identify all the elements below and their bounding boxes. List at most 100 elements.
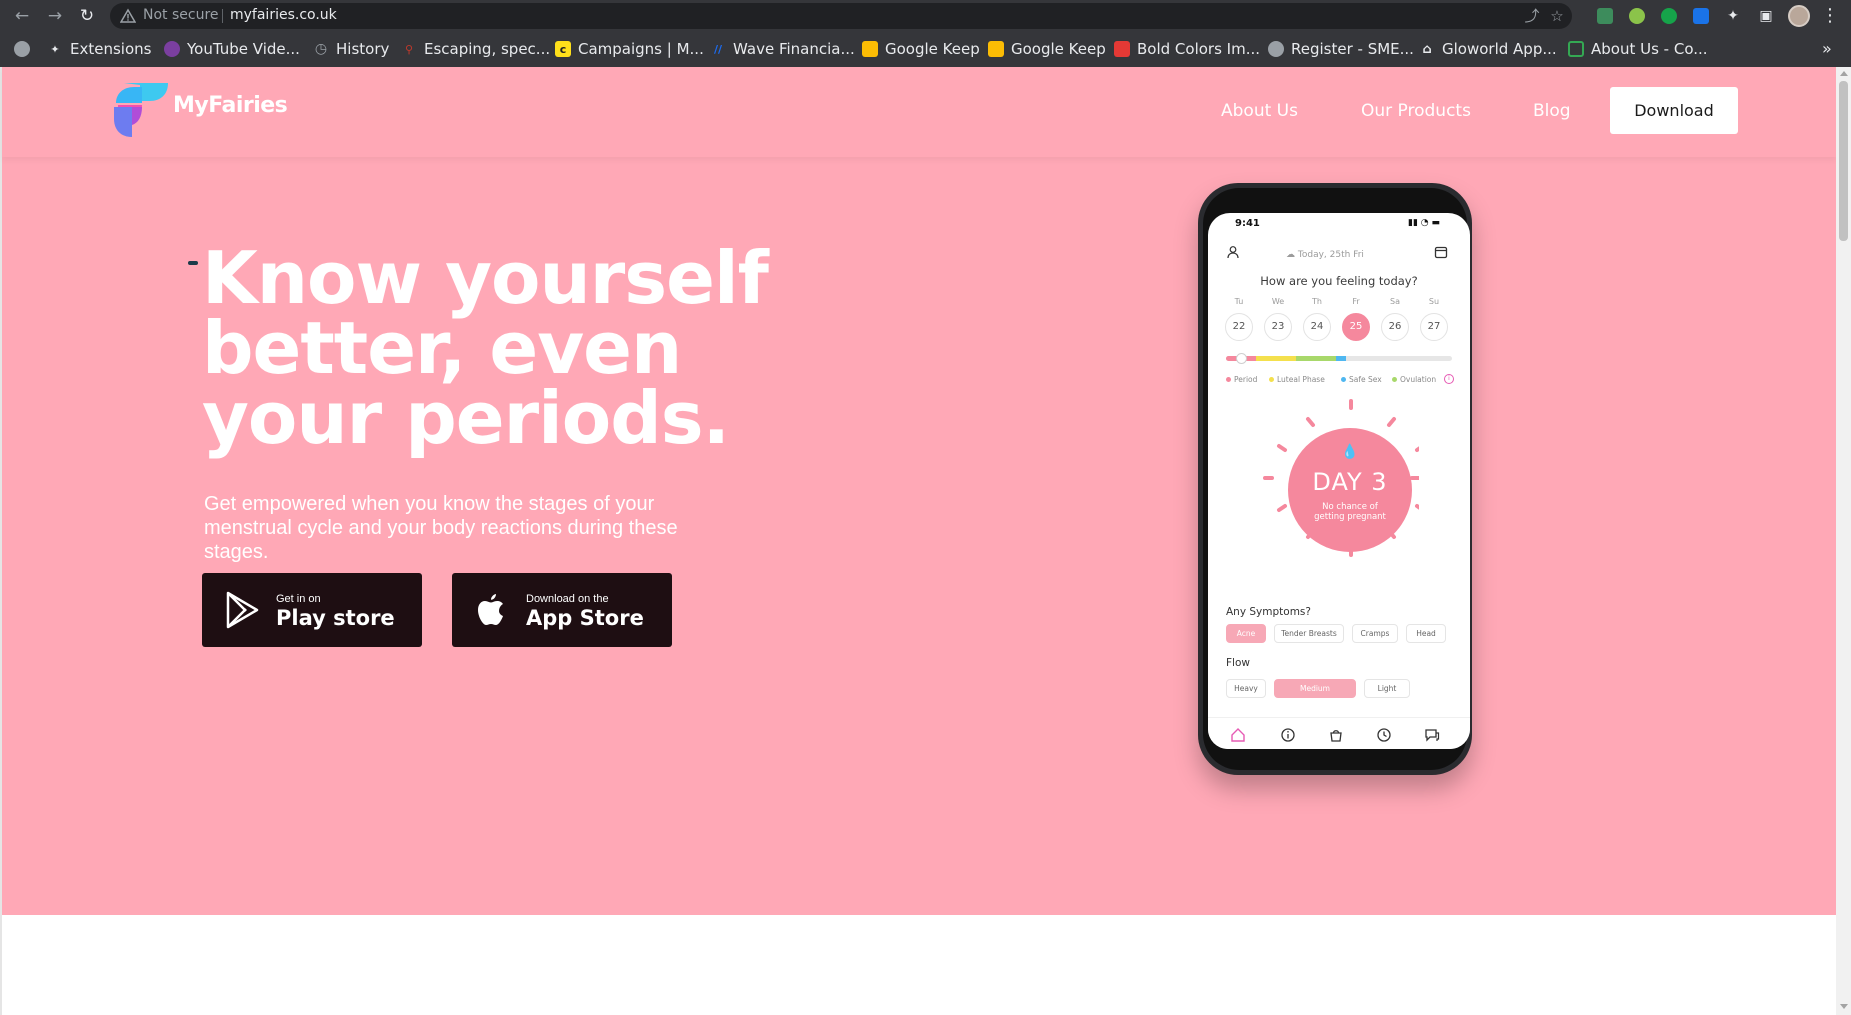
safe-segment — [1336, 356, 1346, 361]
keep-icon — [988, 41, 1004, 57]
status-time: 9:41 — [1235, 218, 1260, 229]
legend-period: Period — [1226, 375, 1257, 384]
extension-icon-2[interactable] — [1627, 6, 1647, 26]
day-number: 22 — [1225, 313, 1253, 341]
hero-headline: Know yourself better, even your periods. — [202, 236, 902, 454]
day-picker-item: Sa 26 — [1381, 297, 1409, 341]
app-store-button[interactable]: Download on the App Store — [452, 573, 672, 647]
legend-label: Safe Sex — [1349, 375, 1382, 384]
side-panel-icon[interactable]: ▣ — [1756, 6, 1776, 26]
more-bookmarks-icon[interactable]: » — [1822, 39, 1832, 58]
scroll-down-arrow-icon[interactable] — [1840, 1004, 1848, 1009]
security-label[interactable]: Not secure — [143, 7, 219, 23]
profile-avatar[interactable] — [1788, 5, 1810, 27]
phone-bezel: 9:41 ▮▮ ◔ ▬ ☁ Today, 25th Fri How are yo… — [1203, 188, 1470, 770]
symptom-chip-selected: Acne — [1226, 624, 1266, 643]
browser-menu-icon[interactable]: ⋮ — [1820, 4, 1840, 28]
bookmark-item[interactable]: Google Keep — [862, 38, 980, 60]
legend-safe-sex: Safe Sex — [1341, 375, 1382, 384]
bot-icon — [1568, 41, 1584, 57]
bookmark-item[interactable]: ◷ History — [313, 38, 389, 60]
page-scrollbar[interactable] — [1836, 67, 1851, 1015]
brand-name[interactable]: MyFairies — [173, 93, 288, 118]
puzzle-icon: ✦ — [50, 42, 60, 56]
bookmarks-bar: ✦ Extensions YouTube Vide... ◷ History ⚲… — [0, 35, 1851, 63]
myfairies-logo-icon[interactable] — [110, 79, 170, 141]
weekday-label: Tu — [1234, 297, 1244, 306]
phone-speaker — [188, 261, 198, 265]
download-ext-icon[interactable] — [1691, 6, 1711, 26]
nav-our-products[interactable]: Our Products — [1361, 101, 1471, 121]
weekday-label: Fr — [1352, 297, 1360, 306]
bookmark-star-icon[interactable]: ☆ — [1548, 7, 1566, 25]
legend-label: Ovulation — [1400, 375, 1437, 384]
scroll-up-arrow-icon[interactable] — [1840, 71, 1848, 76]
app-store-big-text: App Store — [526, 606, 644, 630]
extension-icon-1[interactable] — [1595, 6, 1615, 26]
flow-heading: Flow — [1226, 657, 1250, 669]
play-store-big-text: Play store — [276, 606, 395, 630]
flow-chip: Heavy — [1226, 679, 1266, 698]
weekday-label: Th — [1312, 297, 1322, 306]
cycle-day-circle: 💧 DAY 3 No chance of getting pregnant — [1288, 428, 1412, 552]
cycle-day-title: DAY 3 — [1312, 468, 1388, 496]
bookmark-item[interactable]: // Wave Financia... — [710, 38, 855, 60]
figure-icon: ⚲ — [404, 42, 414, 56]
play-store-button[interactable]: Get in on Play store — [202, 573, 422, 647]
bookmark-item[interactable]: Register - SME... — [1268, 38, 1414, 60]
nav-blog[interactable]: Blog — [1533, 101, 1571, 121]
bookmark-label: Campaigns | M... — [578, 40, 704, 58]
bookmark-label: Extensions — [70, 40, 152, 58]
calendar-icon — [1434, 246, 1448, 259]
bookmark-label: Bold Colors Im... — [1137, 40, 1261, 58]
omnibox-separator — [222, 9, 223, 23]
info-circle-icon — [1281, 728, 1295, 742]
address-bar[interactable]: Not secure myfairies.co.uk ⤴ ☆ — [110, 3, 1572, 29]
day-picker-item: Fr 25 — [1342, 297, 1370, 341]
extension-icon-3[interactable] — [1659, 6, 1679, 26]
flow-chip-selected: Medium — [1274, 679, 1356, 698]
bookmark-item[interactable]: About Us - Co... — [1568, 38, 1708, 60]
day-picker-item: We 23 — [1264, 297, 1292, 341]
scroll-thumb[interactable] — [1839, 81, 1848, 241]
globe-icon — [14, 41, 30, 57]
symptoms-heading: Any Symptoms? — [1226, 606, 1311, 618]
bookmark-item[interactable]: ⚲ Escaping, spec... — [401, 38, 550, 60]
app-tab-bar — [1208, 717, 1470, 749]
share-icon[interactable]: ⤴ — [1523, 7, 1541, 25]
bookmark-item[interactable]: YouTube Vide... — [164, 38, 300, 60]
play-store-icon — [226, 591, 259, 629]
pregnancy-note: No chance of getting pregnant — [1314, 502, 1386, 522]
bookmark-item[interactable]: c Campaigns | M... — [555, 38, 704, 60]
back-icon[interactable]: ← — [10, 5, 34, 27]
bookmark-label: Register - SME... — [1291, 40, 1414, 58]
ovulation-segment — [1296, 356, 1336, 361]
bookmark-label: Google Keep — [885, 40, 980, 58]
bookmark-label: Escaping, spec... — [424, 40, 551, 58]
chat-icon — [1425, 729, 1440, 742]
bookmark-item[interactable]: ✦ Extensions — [47, 38, 151, 60]
puzzle-icon[interactable]: ✦ — [1723, 6, 1743, 26]
bold-icon — [1114, 41, 1130, 57]
forward-icon[interactable]: → — [43, 5, 67, 27]
globe-icon — [1268, 41, 1284, 57]
download-button[interactable]: Download — [1610, 87, 1738, 134]
hero-section: MyFairies About Us Our Products Blog Dow… — [2, 67, 1836, 915]
cycle-slider-knob — [1236, 353, 1247, 364]
warning-icon — [120, 8, 136, 23]
nav-about-us[interactable]: About Us — [1221, 101, 1298, 121]
bookmark-item[interactable]: Bold Colors Im... — [1114, 38, 1260, 60]
headline-line-1: Know yourself — [202, 236, 769, 320]
bookmark-label: Gloworld App... — [1442, 40, 1557, 58]
apps-bookmark[interactable] — [14, 38, 30, 60]
weekday-label: We — [1271, 297, 1285, 306]
bookmark-item[interactable]: ⌂ Gloworld App... — [1419, 38, 1557, 60]
day-picker-item: Tu 22 — [1225, 297, 1253, 341]
day-number: 27 — [1420, 313, 1448, 341]
reload-icon[interactable]: ↻ — [75, 5, 99, 27]
url-text[interactable]: myfairies.co.uk — [230, 7, 337, 23]
hero-subtext: Get empowered when you know the stages o… — [204, 493, 678, 563]
browser-chrome: ← → ↻ Not secure myfairies.co.uk ⤴ ☆ ✦ ▣… — [0, 0, 1851, 67]
bookmark-item[interactable]: Google Keep — [988, 38, 1106, 60]
flow-chip: Light — [1364, 679, 1410, 698]
